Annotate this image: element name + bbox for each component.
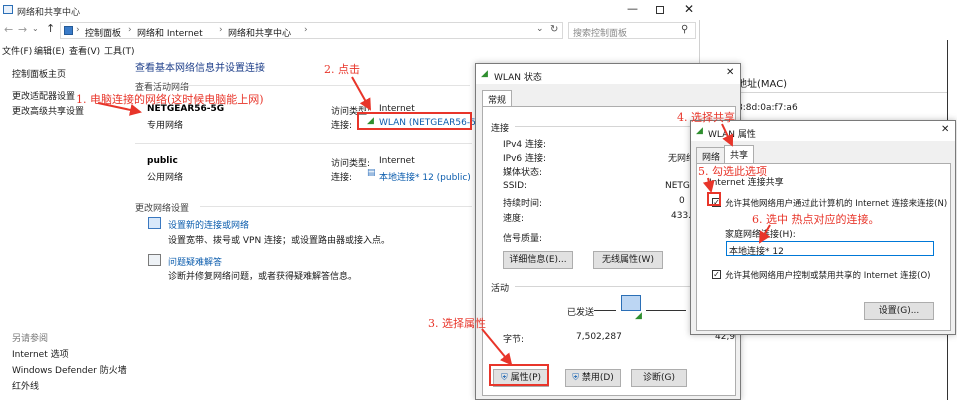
arrow-to-network bbox=[97, 102, 142, 116]
arrow-to-sharing-tab bbox=[721, 123, 734, 147]
arrow-to-checkbox bbox=[702, 177, 715, 193]
arrow-to-properties bbox=[481, 328, 513, 366]
annotation-arrows bbox=[97, 76, 771, 366]
arrow-to-home-connection bbox=[758, 224, 771, 244]
arrow-to-wlan-link bbox=[351, 76, 371, 111]
